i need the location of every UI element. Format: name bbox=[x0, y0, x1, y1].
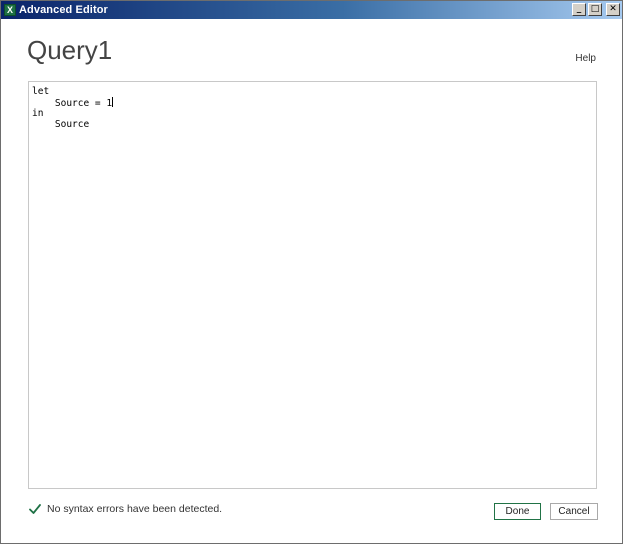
done-button[interactable]: Done bbox=[494, 503, 541, 520]
close-icon[interactable]: ✕ bbox=[606, 3, 620, 16]
code-line-with-caret: Source = 1 bbox=[32, 97, 593, 109]
help-link[interactable]: Help bbox=[575, 53, 596, 64]
minimize-icon[interactable]: _ bbox=[572, 3, 586, 16]
text-caret bbox=[112, 97, 114, 107]
status-message: No syntax errors have been detected. bbox=[47, 503, 223, 515]
syntax-status: No syntax errors have been detected. bbox=[29, 503, 222, 515]
maximize-icon[interactable]: □ bbox=[588, 3, 602, 16]
code-line: in bbox=[32, 108, 44, 119]
code-line: Source bbox=[32, 119, 90, 130]
checkmark-icon bbox=[29, 504, 41, 514]
excel-icon: X bbox=[4, 4, 16, 16]
code-editor[interactable]: let Source = 1 in Source bbox=[28, 81, 597, 489]
title-bar[interactable]: X Advanced Editor _ □ ✕ bbox=[1, 1, 622, 19]
code-line: let bbox=[32, 86, 50, 97]
advanced-editor-window: X Advanced Editor _ □ ✕ Query1 Help let … bbox=[0, 0, 623, 544]
cancel-button[interactable]: Cancel bbox=[550, 503, 598, 520]
code-line-text: Source = 1 bbox=[32, 98, 113, 109]
window-controls: _ □ ✕ bbox=[572, 3, 620, 16]
query-title: Query1 bbox=[27, 35, 113, 65]
window-title: Advanced Editor bbox=[19, 4, 108, 16]
